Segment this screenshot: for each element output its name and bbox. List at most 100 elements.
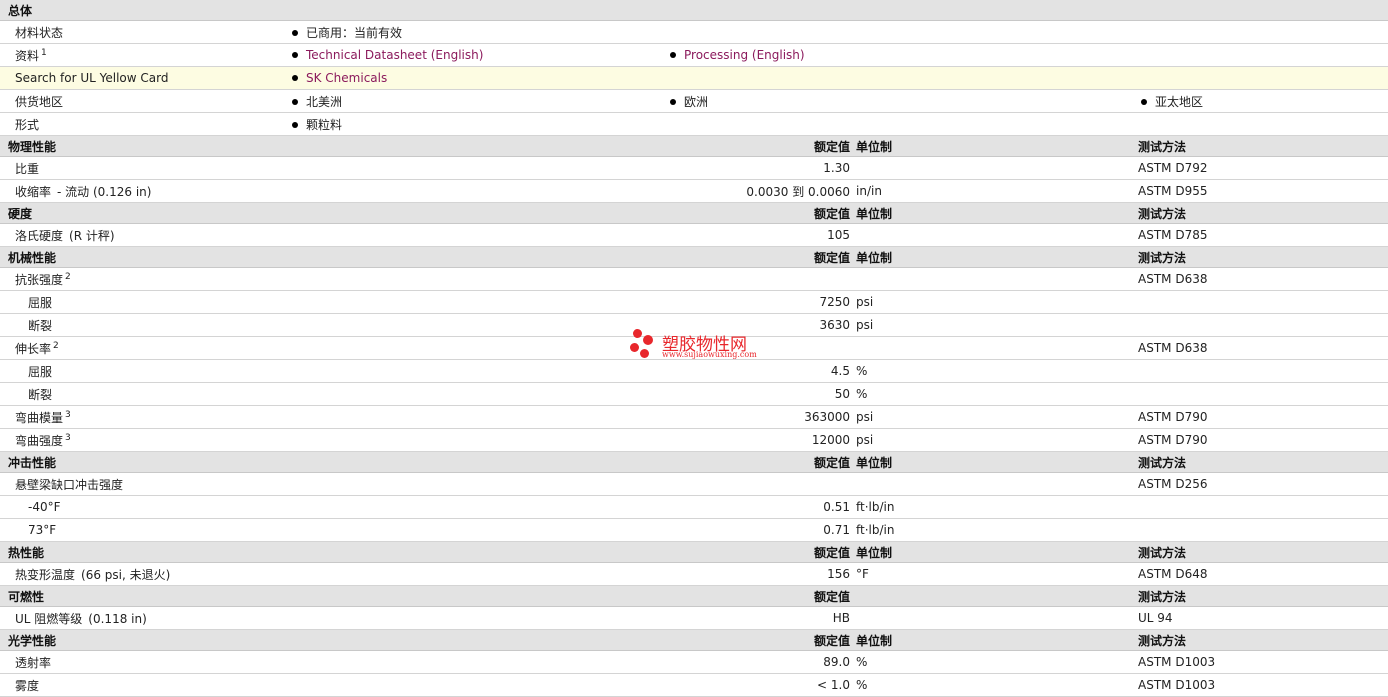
footnote-ref[interactable]: 3	[65, 433, 71, 443]
table-row: 收缩率 - 流动 (0.126 in) 0.0030 到 0.0060 in/in…	[0, 179, 1388, 203]
region-item: 北美洲	[306, 94, 343, 109]
status-value: 已商用：当前有效	[306, 25, 403, 40]
bullet-icon	[292, 98, 298, 105]
property-unit: %	[856, 382, 1138, 406]
property-unit: ft·lb/in	[856, 518, 1138, 542]
property-name: 透射率	[0, 650, 667, 674]
property-name: 洛氏硬度	[15, 228, 64, 243]
property-value: 0.0030 到 0.0060	[667, 179, 856, 203]
property-unit: psi	[856, 405, 1138, 429]
property-name: 比重	[15, 161, 40, 176]
table-row: 洛氏硬度 (R 计秤) 105 ASTM D785	[0, 223, 1388, 247]
status-label: 材料状态	[0, 20, 289, 44]
property-unit: psi	[856, 428, 1138, 452]
section-title: 硬度	[0, 202, 667, 224]
nominal-header: 额定值	[667, 135, 856, 157]
row-form: 形式 颗粒料	[0, 112, 1388, 136]
test-method: ASTM D638	[1138, 267, 1388, 291]
watermark-url: www.sujiaowuxing.com	[662, 350, 757, 359]
table-row: 屈服 7250 psi	[0, 290, 1388, 314]
property-name: 收缩率	[15, 184, 52, 199]
section-title: 物理性能	[0, 135, 667, 157]
method-header: 测试方法	[1138, 585, 1388, 607]
property-unit	[856, 156, 1138, 180]
section-title: 机械性能	[0, 246, 667, 268]
property-name: 悬壁梁缺口冲击强度	[0, 472, 667, 496]
form-label: 形式	[0, 112, 289, 136]
row-material-status: 材料状态 已商用：当前有效	[0, 20, 1388, 44]
form-value: 颗粒料	[306, 117, 343, 132]
table-row: 弯曲强度 3 12000 psi ASTM D790	[0, 428, 1388, 452]
unit-header: 单位制	[856, 202, 1138, 224]
property-name: UL 阻燃等级	[15, 611, 83, 626]
unit-header: 单位制	[856, 246, 1138, 268]
method-header: 测试方法	[1138, 541, 1388, 563]
nominal-header: 额定值	[667, 541, 856, 563]
property-value: 12000	[667, 428, 856, 452]
method-header: 测试方法	[1138, 135, 1388, 157]
property-condition: (0.118 in)	[88, 611, 147, 626]
method-header: 测试方法	[1138, 246, 1388, 268]
property-unit: %	[856, 673, 1138, 697]
unit-header: 单位制	[856, 135, 1138, 157]
bullet-icon	[292, 121, 298, 128]
property-value: 1.30	[667, 156, 856, 180]
property-condition: - 流动 (0.126 in)	[57, 184, 152, 199]
row-regions: 供货地区 北美洲 欧洲 亚太地区	[0, 89, 1388, 113]
table-row: 悬壁梁缺口冲击强度 ASTM D256	[0, 472, 1388, 496]
test-method: ASTM D1003	[1138, 673, 1388, 697]
section-title: 热性能	[0, 541, 667, 563]
property-value: 105	[667, 223, 856, 247]
method-header: 测试方法	[1138, 202, 1388, 224]
section-title: 总体	[0, 0, 1388, 21]
test-method: ASTM D792	[1138, 156, 1388, 180]
property-unit: %	[856, 359, 1138, 383]
section-title: 冲击性能	[0, 451, 667, 473]
unit-header: 单位制	[856, 451, 1138, 473]
bullet-icon	[292, 75, 298, 81]
sk-chemicals-link[interactable]: SK Chemicals	[306, 71, 387, 85]
processing-link[interactable]: Processing (English)	[684, 48, 805, 62]
property-name: 热变形温度	[15, 567, 76, 582]
section-physical: 物理性能 额定值 单位制 测试方法	[0, 135, 1388, 157]
property-value: 0.51	[667, 495, 856, 519]
table-row: 比重 1.30 ASTM D792	[0, 156, 1388, 180]
test-method: ASTM D256	[1138, 472, 1388, 496]
row-ul-yellow-card: Search for UL Yellow Card SK Chemicals	[0, 66, 1388, 90]
section-title: 可燃性	[0, 585, 667, 607]
property-name: 弯曲强度	[15, 433, 64, 448]
property-unit: psi	[856, 313, 1138, 337]
bullet-icon	[670, 98, 676, 105]
property-unit: in/in	[856, 179, 1138, 203]
unit-header: 单位制	[856, 541, 1138, 563]
test-method: ASTM D955	[1138, 179, 1388, 203]
section-flammability: 可燃性 额定值 测试方法	[0, 585, 1388, 607]
section-thermal: 热性能 额定值 单位制 测试方法	[0, 541, 1388, 563]
footnote-ref[interactable]: 2	[65, 272, 71, 282]
property-unit	[856, 223, 1138, 247]
footnote-ref[interactable]: 1	[41, 48, 47, 58]
section-title: 光学性能	[0, 629, 667, 651]
nominal-header: 额定值	[667, 246, 856, 268]
property-name: 弯曲模量	[15, 410, 64, 425]
property-value: 50	[667, 382, 856, 406]
nominal-header: 额定值	[667, 202, 856, 224]
test-method: ASTM D648	[1138, 562, 1388, 586]
nominal-header: 额定值	[667, 451, 856, 473]
property-name: 雾度	[0, 673, 667, 697]
watermark-logo: 塑胶物性网 www.sujiaowuxing.com	[630, 329, 770, 365]
property-value: 0.71	[667, 518, 856, 542]
property-name: 伸长率	[15, 341, 52, 356]
property-condition: (R 计秤)	[69, 228, 115, 243]
sub-property-name: 73°F	[0, 518, 667, 542]
footnote-ref[interactable]: 2	[53, 341, 59, 351]
property-name: 抗张强度	[15, 272, 64, 287]
section-mechanical: 机械性能 额定值 单位制 测试方法	[0, 246, 1388, 268]
table-row: 透射率 89.0 % ASTM D1003	[0, 650, 1388, 674]
table-row: 热变形温度 (66 psi, 未退火) 156 °F ASTM D648	[0, 562, 1388, 586]
row-documents: 资料 1 Technical Datasheet (English) Proces…	[0, 43, 1388, 67]
section-hardness: 硬度 额定值 单位制 测试方法	[0, 202, 1388, 224]
technical-datasheet-link[interactable]: Technical Datasheet (English)	[306, 48, 483, 62]
ul-label: Search for UL Yellow Card	[0, 66, 289, 90]
footnote-ref[interactable]: 3	[65, 410, 71, 420]
